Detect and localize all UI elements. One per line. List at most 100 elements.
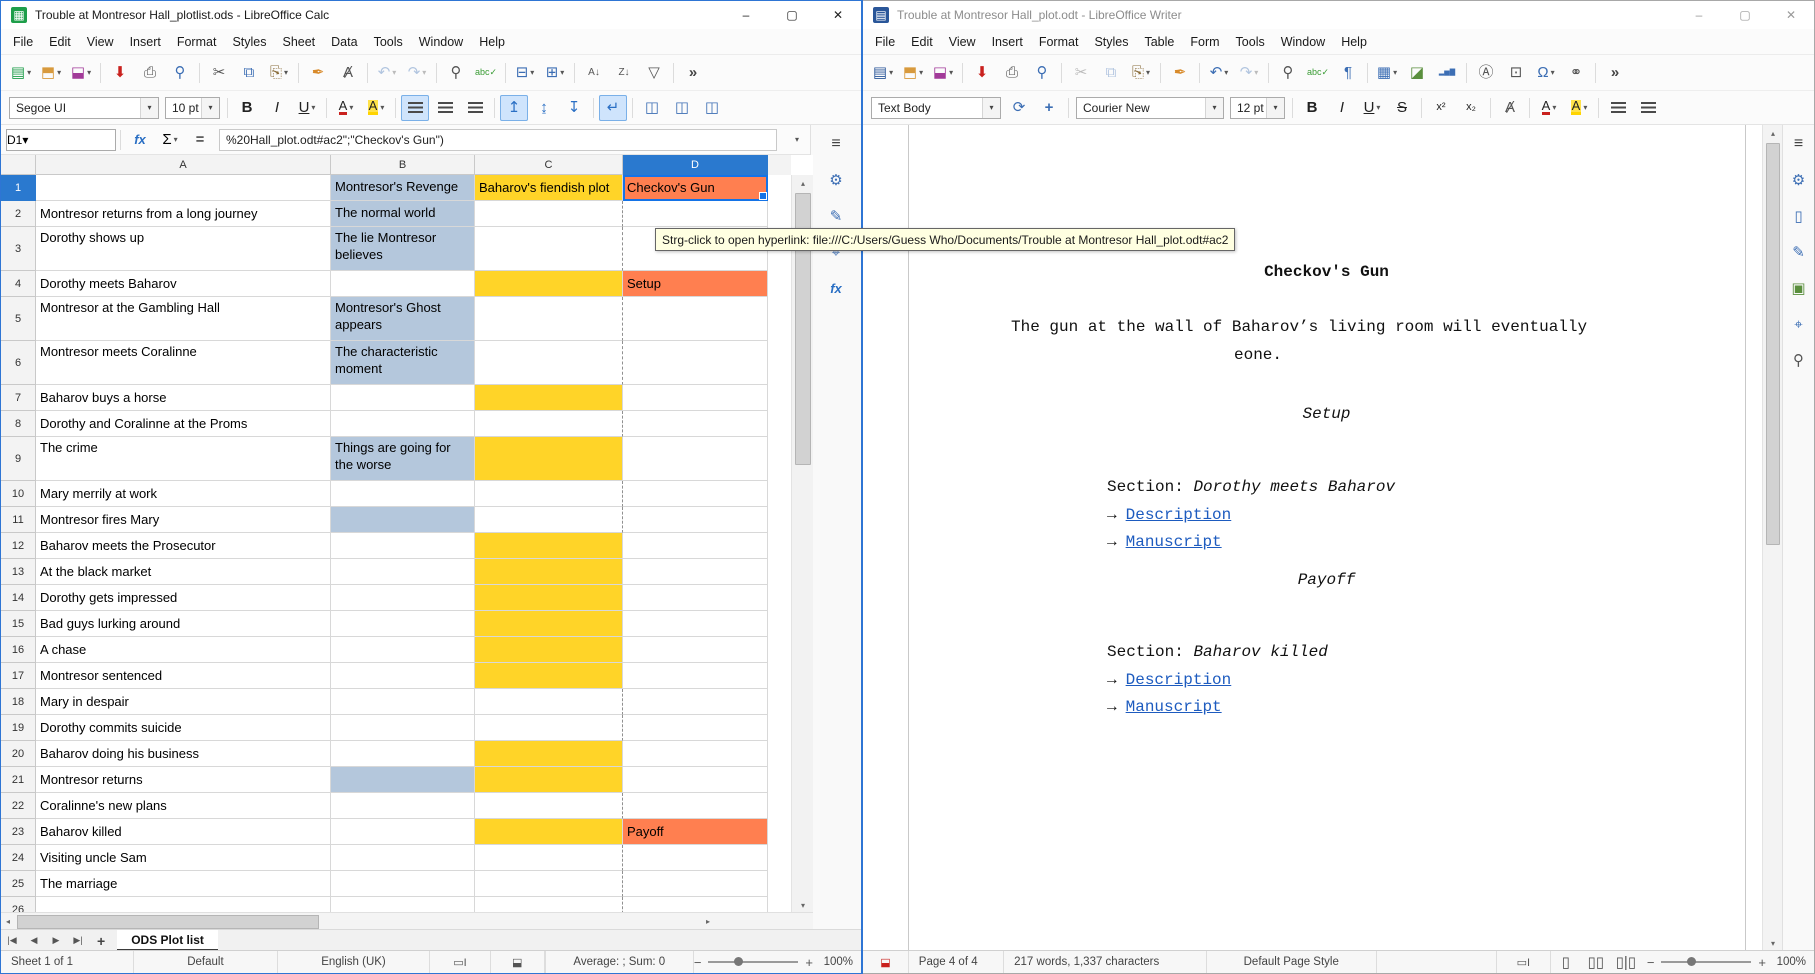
scroll-up-icon[interactable]: ▴ (792, 175, 813, 191)
cell-B9[interactable]: Things are going for the worse (331, 437, 475, 481)
styles-button[interactable]: ✎ (1785, 239, 1813, 265)
save-button[interactable]: ⬓▾ (929, 60, 957, 86)
print-button[interactable]: ⎙ (998, 60, 1026, 86)
menu-help[interactable]: Help (471, 32, 513, 52)
row-header-17[interactable]: 17 (1, 663, 36, 689)
open-button[interactable]: ⬒▾ (37, 60, 65, 86)
row-header-19[interactable]: 19 (1, 715, 36, 741)
cell-B19[interactable] (331, 715, 475, 741)
underline-button[interactable]: U▾ (1358, 95, 1386, 121)
cell-A25[interactable]: The marriage (36, 871, 331, 897)
zoom-slider-handle[interactable] (734, 957, 743, 966)
cell-B24[interactable] (331, 845, 475, 871)
cell-B21[interactable] (331, 767, 475, 793)
vertical-scrollbar[interactable]: ▴ ▾ (1762, 125, 1783, 951)
styles-button[interactable]: ✎ (822, 203, 850, 229)
cell-C20[interactable] (475, 741, 623, 767)
scroll-right-icon[interactable]: ▸ (701, 913, 715, 930)
page-style-status[interactable]: Default (134, 951, 277, 973)
cell-A19[interactable]: Dorothy commits suicide (36, 715, 331, 741)
menu-insert[interactable]: Insert (122, 32, 169, 52)
cell-A10[interactable]: Mary merrily at work (36, 481, 331, 507)
cell-D1[interactable]: Checkov's Gun (623, 175, 768, 201)
cell-C15[interactable] (475, 611, 623, 637)
cell-D19[interactable] (623, 715, 768, 741)
row-header-10[interactable]: 10 (1, 481, 36, 507)
cell-D6[interactable] (623, 341, 768, 385)
language-status[interactable]: English (UK) (278, 951, 431, 973)
autofilter-button[interactable]: ▽ (640, 60, 668, 86)
row-header-9[interactable]: 9 (1, 437, 36, 481)
cell-A15[interactable]: Bad guys lurking around (36, 611, 331, 637)
cell-C7[interactable] (475, 385, 623, 411)
cell-C19[interactable] (475, 715, 623, 741)
cell-D7[interactable] (623, 385, 768, 411)
zoom-slider-handle[interactable] (1687, 957, 1696, 966)
cell-D13[interactable] (623, 559, 768, 585)
insert-row-button[interactable]: ⊟▾ (511, 60, 539, 86)
row-header-20[interactable]: 20 (1, 741, 36, 767)
row-header-23[interactable]: 23 (1, 819, 36, 845)
font-name-combo[interactable]: Segoe UI ▾ (9, 97, 159, 119)
cell-C18[interactable] (475, 689, 623, 715)
menu-window[interactable]: Window (1273, 32, 1333, 52)
cell-D10[interactable] (623, 481, 768, 507)
autosum-button[interactable]: Σ▾ (156, 127, 184, 153)
valign-top-button[interactable]: ↥ (500, 95, 528, 121)
cell-A21[interactable]: Montresor returns (36, 767, 331, 793)
cell-D5[interactable] (623, 297, 768, 341)
cell-A1[interactable] (36, 175, 331, 201)
cell-B1[interactable]: Montresor's Revenge (331, 175, 475, 201)
font-color-button[interactable]: A▾ (332, 95, 360, 121)
print-preview-button[interactable]: ⚲ (166, 60, 194, 86)
cell-D15[interactable] (623, 611, 768, 637)
menu-insert[interactable]: Insert (984, 32, 1031, 52)
cell-C13[interactable] (475, 559, 623, 585)
find-replace-button[interactable]: ⚲ (1274, 60, 1302, 86)
align-right-button[interactable] (461, 95, 489, 121)
menu-view[interactable]: View (941, 32, 984, 52)
minimize-button[interactable]: – (723, 1, 769, 29)
cut-button[interactable]: ✂ (205, 60, 233, 86)
cell-A2[interactable]: Montresor returns from a long journey (36, 201, 331, 227)
page-style-status[interactable]: Default Page Style (1207, 951, 1377, 973)
word-count[interactable]: 217 words, 1,337 characters (1004, 951, 1207, 973)
unmerge-button[interactable]: ◫ (698, 95, 726, 121)
row-header-3[interactable]: 3 (1, 227, 36, 271)
expand-formula-bar-button[interactable]: ▾ (782, 127, 810, 153)
menu-form[interactable]: Form (1182, 32, 1227, 52)
underline-button[interactable]: U▾ (293, 95, 321, 121)
cell-B3[interactable]: The lie Montresor believes (331, 227, 475, 271)
properties-button[interactable]: ⚙ (1785, 167, 1813, 193)
insert-hyperlink-button[interactable]: ⚭ (1562, 60, 1590, 86)
zoom-in-button[interactable]: + (1758, 955, 1766, 970)
row-header-12[interactable]: 12 (1, 533, 36, 559)
previous-sheet-button[interactable]: ◀ (24, 932, 44, 950)
valign-bottom-button[interactable]: ↧ (560, 95, 588, 121)
insert-column-button[interactable]: ⊞▾ (541, 60, 569, 86)
sort-descending-button[interactable]: Z↓ (610, 60, 638, 86)
scrollbar-thumb[interactable] (1766, 143, 1780, 545)
menu-styles[interactable]: Styles (224, 32, 274, 52)
cell-B25[interactable] (331, 871, 475, 897)
cell-A24[interactable]: Visiting uncle Sam (36, 845, 331, 871)
scroll-up-icon[interactable]: ▴ (1763, 125, 1783, 141)
cell-C24[interactable] (475, 845, 623, 871)
row-header-6[interactable]: 6 (1, 341, 36, 385)
zoom-out-button[interactable]: − (694, 955, 702, 970)
menu-edit[interactable]: Edit (41, 32, 79, 52)
cell-C11[interactable] (475, 507, 623, 533)
navigator-button[interactable]: ⌖ (1785, 311, 1813, 337)
chevron-down-icon[interactable]: ▾ (1266, 98, 1284, 118)
cell-C23[interactable] (475, 819, 623, 845)
add-sheet-button[interactable]: + (89, 933, 113, 949)
wrap-text-button[interactable]: ↵ (599, 95, 627, 121)
properties-button[interactable]: ⚙ (822, 167, 850, 193)
highlight-button[interactable]: A▾ (1565, 95, 1593, 121)
functions-button[interactable]: fx (822, 275, 850, 301)
row-header-24[interactable]: 24 (1, 845, 36, 871)
cell-A11[interactable]: Montresor fires Mary (36, 507, 331, 533)
paragraph-style-combo[interactable]: Text Body ▾ (871, 97, 1001, 119)
minimize-button[interactable]: – (1676, 1, 1722, 29)
insert-table-button[interactable]: ▦▾ (1373, 60, 1401, 86)
